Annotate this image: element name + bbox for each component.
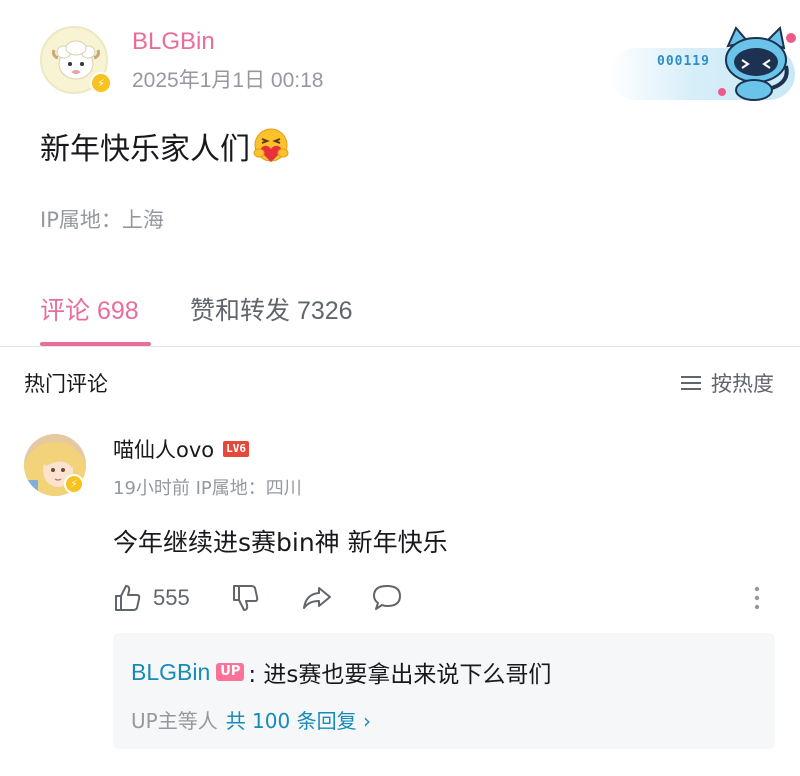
- level-badge: LV6: [223, 441, 249, 457]
- dislike-button[interactable]: [231, 580, 261, 616]
- commenter-name-row: 喵仙人ovo LV6: [113, 434, 249, 464]
- verified-badge-icon: ⚡: [90, 72, 112, 94]
- hug-emoji-icon: [253, 128, 289, 162]
- tab-comments[interactable]: 评论 698: [40, 291, 139, 327]
- sort-button[interactable]: 按热度: [679, 368, 774, 398]
- reply-text: : 进s赛也要拿出来说下么哥们: [248, 662, 552, 688]
- reply-summary-prefix: UP主等人: [131, 709, 218, 733]
- share-arrow-icon: [303, 587, 331, 609]
- view-all-replies-link[interactable]: 共 100 条回复 ›: [226, 705, 371, 734]
- author-name[interactable]: BLGBin: [132, 28, 215, 56]
- comment-text: 今年继续进s赛bin神 新年快乐: [113, 528, 448, 557]
- more-vertical-icon: [754, 586, 760, 610]
- tab-likes-reposts[interactable]: 赞和转发 7326: [190, 291, 353, 327]
- comment-meta: 19小时前 IP属地：四川: [113, 478, 302, 499]
- reply-line: BLGBin UP : 进s赛也要拿出来说下么哥们: [131, 655, 551, 689]
- like-count: 555: [153, 585, 190, 610]
- commenter-verified-icon: ⚡: [64, 474, 84, 494]
- cat-mascot-icon: [718, 26, 796, 101]
- share-button[interactable]: [301, 580, 333, 616]
- decoration-number: 000119: [657, 54, 710, 69]
- hot-comments-title: 热门评论: [24, 372, 108, 396]
- up-badge: UP: [216, 663, 245, 681]
- post-content: 新年快乐家人们: [40, 124, 290, 168]
- more-options-button[interactable]: [753, 580, 761, 616]
- active-tab-indicator: [40, 342, 151, 346]
- thumbs-down-icon: [233, 585, 259, 611]
- reply-user[interactable]: BLGBin: [131, 659, 210, 686]
- post-header: ⚡ BLGBin 2025年1月1日 00:18 000119: [40, 26, 796, 101]
- reply-preview[interactable]: BLGBin UP : 进s赛也要拿出来说下么哥们 UP主等人 共 100 条回…: [113, 633, 775, 749]
- comment-actions: 555: [113, 580, 773, 620]
- tab-bar: 评论 698 赞和转发 7326: [0, 285, 800, 347]
- sort-label: 按热度: [711, 372, 774, 396]
- sort-list-icon: [681, 376, 701, 390]
- post-text: 新年快乐家人们: [40, 132, 250, 167]
- fan-decoration[interactable]: 000119: [610, 26, 800, 126]
- reply-summary: UP主等人 共 100 条回复 ›: [131, 705, 371, 734]
- ip-location: IP属地：上海: [40, 208, 164, 232]
- commenter-name[interactable]: 喵仙人ovo: [113, 434, 214, 464]
- thumbs-up-icon: [115, 585, 141, 611]
- reply-button[interactable]: [371, 580, 403, 616]
- comment-bubble-icon: [373, 585, 401, 610]
- post-time: 2025年1月1日 00:18: [132, 69, 324, 92]
- like-button[interactable]: 555: [113, 580, 190, 616]
